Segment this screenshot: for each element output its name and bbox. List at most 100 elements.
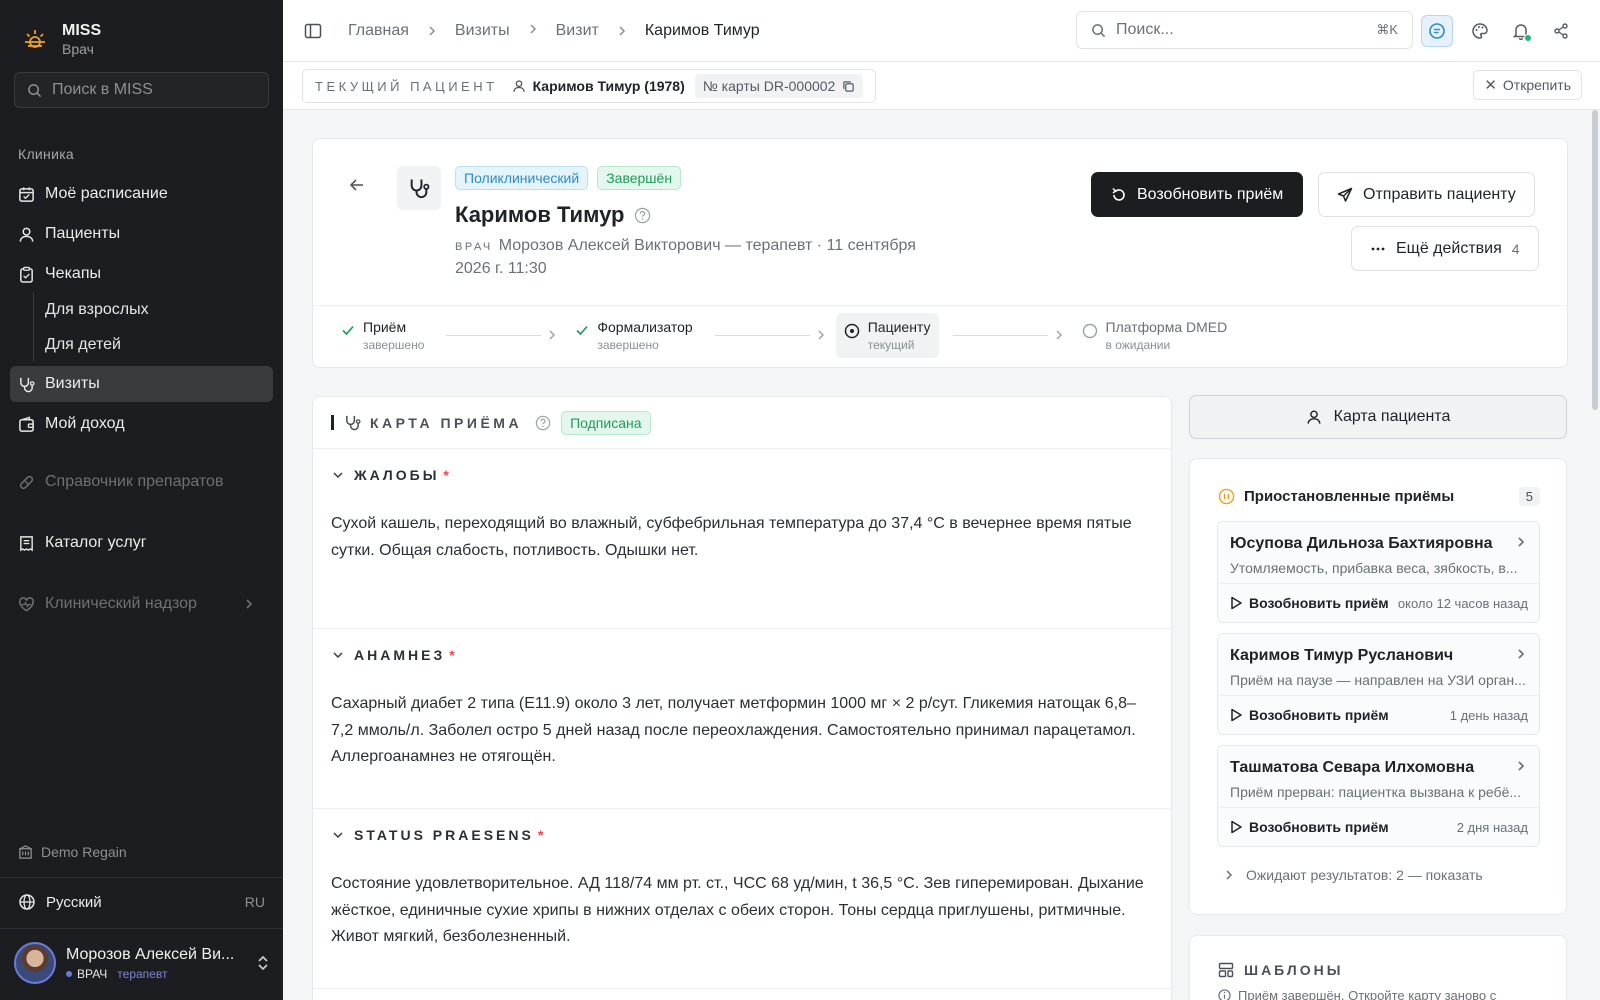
resume-visit-button[interactable]: Возобновить приём bbox=[1091, 172, 1304, 217]
card-number-chip[interactable]: № карты DR-000002 bbox=[694, 74, 864, 98]
user-role-row: ВРАЧ терапевт bbox=[66, 967, 234, 981]
sidebar-item-label: Чекапы bbox=[45, 265, 101, 282]
copy-icon bbox=[843, 80, 855, 92]
sidebar-search-input[interactable]: Поиск в MISS bbox=[14, 72, 269, 108]
palette-icon bbox=[1472, 23, 1488, 39]
sun-logo-icon bbox=[25, 30, 45, 48]
chevron-down-icon bbox=[333, 472, 343, 479]
sidebar-divider bbox=[0, 928, 283, 929]
breadcrumb-visit[interactable]: Визит bbox=[556, 22, 599, 40]
region-label: Demo Regain bbox=[18, 844, 127, 860]
more-actions-button[interactable]: Ещё действия 4 bbox=[1351, 226, 1539, 271]
patient-card-button[interactable]: Карта пациента bbox=[1189, 395, 1567, 439]
exam-card: КАРТА ПРИЁМА Подписана ЖАЛОБЫ * Сухой ка… bbox=[312, 396, 1172, 1000]
stethoscope-icon bbox=[346, 415, 361, 431]
awaiting-results-toggle[interactable]: Ожидают результатов: 2 — показать bbox=[1224, 867, 1483, 883]
pause-circle-icon bbox=[1218, 488, 1235, 505]
visit-patient-name: Каримов Тимур bbox=[455, 202, 625, 227]
resume-paused-button[interactable]: Возобновить приём bbox=[1230, 595, 1389, 611]
sidebar-item-services[interactable]: Каталог услуг bbox=[10, 525, 273, 561]
sidebar-subitem-children[interactable]: Для детей bbox=[33, 327, 283, 362]
help-circle-icon[interactable] bbox=[634, 207, 651, 224]
notifications-button[interactable] bbox=[1505, 15, 1537, 47]
section-text[interactable]: Сахарный диабет 2 типа (E11.9) около 3 л… bbox=[331, 691, 1147, 771]
theme-button[interactable] bbox=[1464, 15, 1496, 47]
step-to-patient[interactable]: Пациенту текущий bbox=[835, 312, 939, 358]
sidebar-item-patients[interactable]: Пациенты bbox=[10, 216, 273, 252]
brand[interactable]: MISS Врач bbox=[0, 0, 283, 62]
chevron-right-icon bbox=[818, 330, 824, 340]
arrow-left-icon[interactable] bbox=[349, 177, 365, 193]
user-menu[interactable]: Морозов Алексей Ви... ВРАЧ терапевт bbox=[14, 942, 269, 984]
visit-badges: Поликлинический Завершён bbox=[455, 166, 690, 190]
section-toggle[interactable]: ЖАЛОБЫ * bbox=[332, 467, 449, 483]
page-title: Каримов Тимур bbox=[455, 202, 651, 228]
sidebar-toggle-icon[interactable] bbox=[304, 22, 322, 40]
sidebar-item-checkups[interactable]: Чекапы bbox=[10, 256, 273, 292]
sidebar-item-label: Мой доход bbox=[45, 415, 125, 432]
sidebar-item-income[interactable]: Мой доход bbox=[10, 406, 273, 442]
list-item[interactable]: Ташматова Севара Илхомовна Приём прерван… bbox=[1217, 745, 1540, 847]
resume-paused-button[interactable]: Возобновить приём bbox=[1230, 819, 1389, 835]
chevron-right-icon bbox=[1518, 537, 1525, 547]
sidebar-item-drugs[interactable]: Справочник препаратов bbox=[10, 464, 273, 500]
global-search-input[interactable]: Поиск... ⌘K bbox=[1076, 11, 1413, 49]
step-status: в ожидании bbox=[1105, 337, 1171, 352]
sidebar-item-visits[interactable]: Визиты bbox=[10, 366, 273, 402]
chevron-right-icon bbox=[1518, 761, 1525, 771]
step-status: завершено bbox=[363, 337, 425, 352]
pending-circle-icon bbox=[1082, 323, 1097, 338]
workflow-stepper: Приём завершено Формализатор завершено Пац… bbox=[333, 312, 1236, 358]
resume-paused-button[interactable]: Возобновить приём bbox=[1230, 707, 1389, 723]
templates-note-text: Приём завершён. Откройте карту заново с bbox=[1238, 988, 1497, 1000]
user-icon bbox=[1307, 410, 1321, 424]
language-switcher[interactable]: Русский RU bbox=[18, 893, 265, 911]
section-accent-bar bbox=[331, 415, 334, 430]
share-button[interactable] bbox=[1545, 15, 1577, 47]
chevron-right-icon bbox=[619, 25, 625, 36]
sidebar-subitem-adults[interactable]: Для взрослых bbox=[33, 292, 283, 327]
templates-header: ШАБЛОНЫ bbox=[1218, 962, 1343, 978]
section-text[interactable]: Состояние удовлетворительное. АД 118/74 … bbox=[331, 871, 1147, 951]
resume-paused-label: Возобновить приём bbox=[1249, 707, 1389, 723]
paused-visits-panel: Приостановленные приёмы 5 Юсупова Дильно… bbox=[1189, 458, 1567, 915]
breadcrumb-visits[interactable]: Визиты bbox=[455, 22, 510, 40]
breadcrumb-home[interactable]: Главная bbox=[348, 22, 409, 40]
templates-title: ШАБЛОНЫ bbox=[1244, 962, 1344, 978]
breadcrumb-current: Каримов Тимур bbox=[644, 21, 760, 39]
unpin-button[interactable]: ✕ Открепить bbox=[1473, 70, 1582, 100]
visit-type-icon-box bbox=[397, 166, 441, 210]
section-title: ЖАЛОБЫ bbox=[354, 467, 440, 483]
visit-status-badge: Завершён bbox=[597, 166, 682, 190]
step-reception[interactable]: Приём завершено bbox=[333, 313, 432, 358]
rotate-ccw-icon bbox=[1112, 187, 1125, 201]
sidebar-search-placeholder: Поиск в MISS bbox=[52, 81, 153, 98]
paused-description: Приём на паузе — направлен на УЗИ орган.… bbox=[1230, 672, 1526, 688]
building-icon bbox=[19, 844, 32, 859]
chevron-down-icon bbox=[333, 832, 343, 839]
stethoscope-icon bbox=[410, 179, 430, 199]
chevron-down-icon bbox=[333, 652, 343, 659]
ai-assistant-button[interactable] bbox=[1421, 15, 1453, 47]
help-circle-icon[interactable] bbox=[535, 415, 551, 431]
scrollbar-thumb[interactable] bbox=[1592, 110, 1598, 410]
section-text[interactable]: Сухой кашель, переходящий во влажный, су… bbox=[331, 511, 1147, 564]
step-formalizer[interactable]: Формализатор завершено bbox=[567, 313, 700, 358]
section-title: STATUS PRAESENS bbox=[354, 827, 534, 843]
current-step-icon bbox=[844, 323, 859, 338]
sidebar-item-supervision[interactable]: Клинический надзор bbox=[10, 586, 273, 622]
list-item[interactable]: Юсупова Дильноза Бахтияровна Утомляемост… bbox=[1217, 521, 1540, 623]
doctor-prefix: ВРАЧ bbox=[455, 241, 493, 253]
paused-description: Приём прерван: пациентка вызвана к ребё.… bbox=[1230, 784, 1522, 800]
send-to-patient-button[interactable]: Отправить пациенту bbox=[1318, 172, 1535, 217]
sidebar-item-schedule[interactable]: Моё расписание bbox=[10, 176, 273, 212]
exam-card-title: КАРТА ПРИЁМА bbox=[370, 414, 523, 431]
section-toggle[interactable]: АНАМНЕЗ * bbox=[332, 647, 455, 663]
step-dmed[interactable]: Платформа DMED в ожидании bbox=[1074, 313, 1236, 358]
send-icon bbox=[1337, 187, 1353, 202]
info-icon bbox=[1218, 989, 1231, 1000]
divider bbox=[1218, 695, 1539, 696]
current-patient-name[interactable]: Каримов Тимур (1978) bbox=[533, 78, 685, 94]
section-toggle[interactable]: STATUS PRAESENS * bbox=[332, 827, 543, 843]
list-item[interactable]: Каримов Тимур Русланович Приём на паузе … bbox=[1217, 633, 1540, 735]
